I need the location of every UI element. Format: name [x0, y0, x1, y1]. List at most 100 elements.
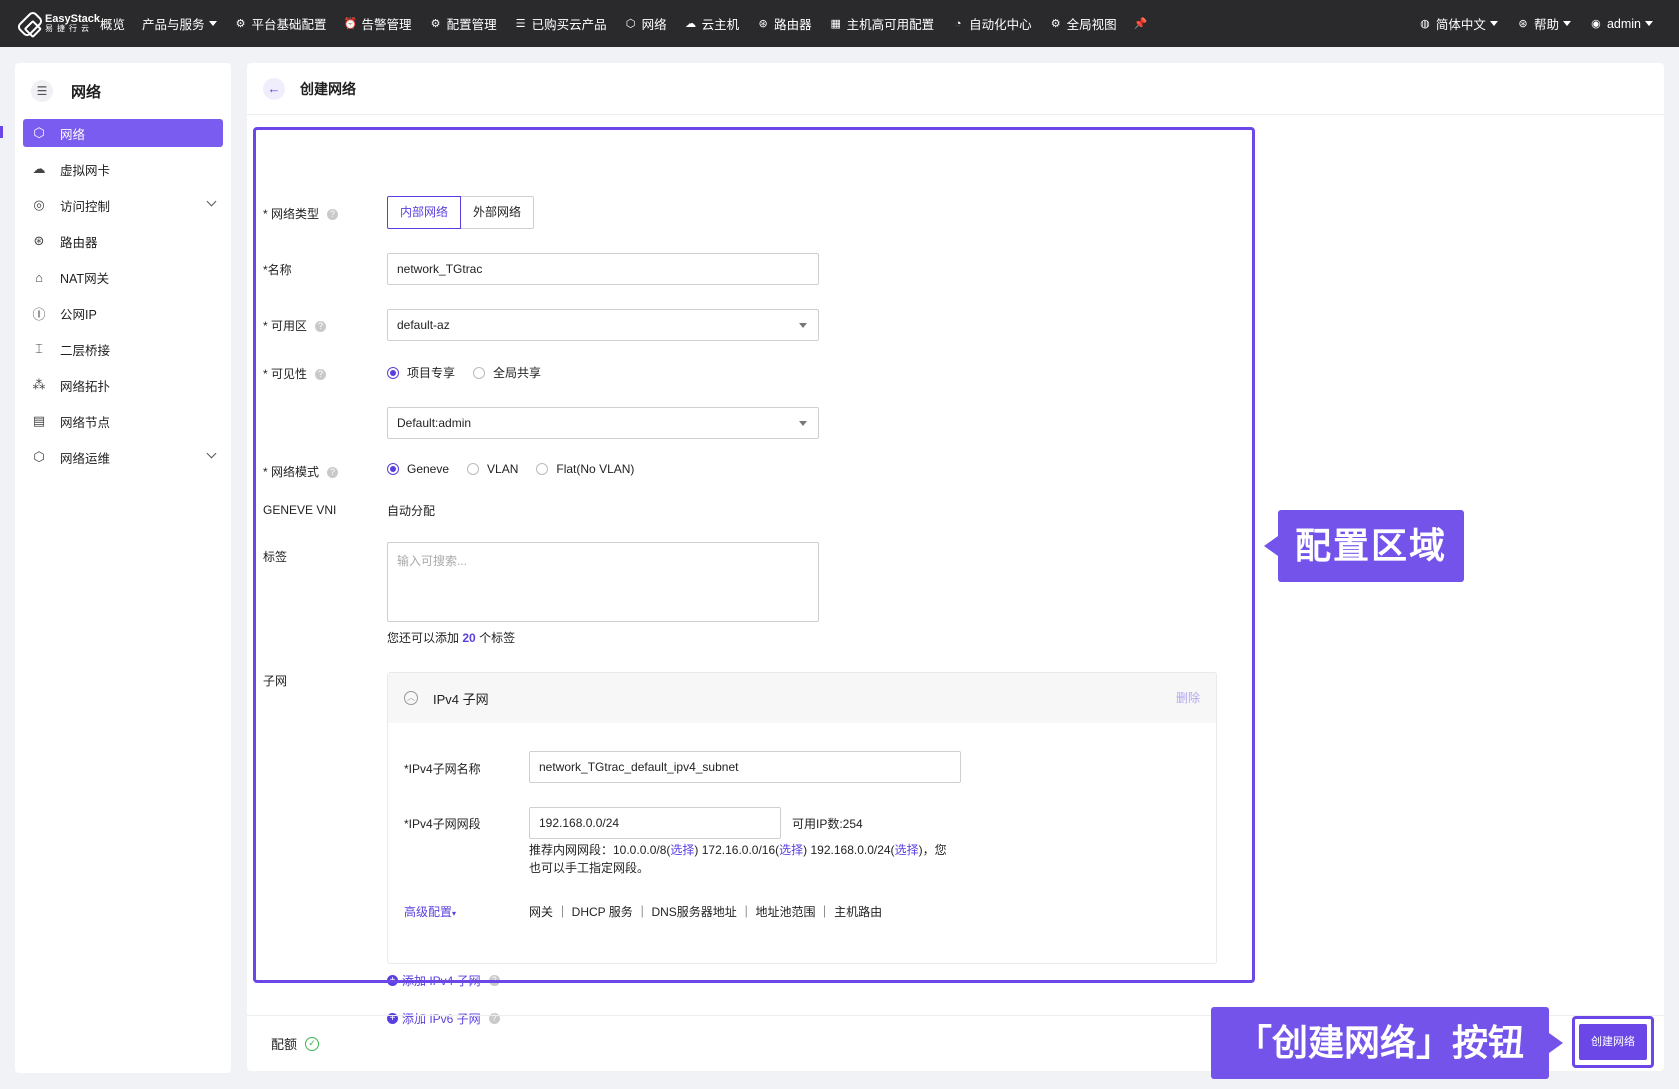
create-button-highlight: 创建网络 [1572, 1016, 1654, 1068]
nav-automation[interactable]: ◔ 自动化中心 [951, 14, 1032, 33]
help-icon: ⊛ [1518, 18, 1528, 30]
vni-label: GENEVE VNI [263, 503, 337, 517]
active-indicator [0, 126, 3, 138]
help-icon[interactable]: ? [327, 209, 339, 221]
sidebar-item-topology[interactable]: ⁂ 网络拓扑 [23, 371, 223, 399]
help-icon[interactable]: ? [315, 321, 327, 333]
pin-icon[interactable]: 📌 [1134, 17, 1152, 30]
nav-purchased[interactable]: ☰ 已购买云产品 [514, 14, 607, 33]
easystack-logo[interactable]: EasyStack 易捷行云 [15, 9, 100, 38]
sidebar-item-router[interactable]: ⊛ 路由器 [23, 227, 223, 255]
vni-value: 自动分配 [387, 504, 436, 518]
name-input[interactable]: network_TGtrac [387, 253, 819, 285]
project-select[interactable]: Default:admin [387, 407, 819, 439]
mode-geneve-radio[interactable]: Geneve [387, 462, 449, 476]
mode-flat-radio[interactable]: Flat(No VLAN) [536, 462, 634, 476]
quota-indicator[interactable]: 配额 ✓ [271, 1034, 320, 1053]
nav-network[interactable]: ⬡ 网络 [624, 14, 667, 33]
sidebar-item-nodes[interactable]: ▤ 网络节点 [23, 407, 223, 435]
user-icon: ◉ [1591, 18, 1601, 30]
sidebar-item-nat[interactable]: ⌂ NAT网关 [23, 263, 223, 291]
name-label: *名称 [263, 263, 292, 277]
nav-overview[interactable]: 概览 [100, 14, 125, 33]
nav-platform-config[interactable]: ⚙ 平台基础配置 [234, 14, 327, 33]
router-icon: ⊛ [758, 18, 768, 30]
network-type-external[interactable]: 外部网络 [461, 196, 535, 229]
menu-icon[interactable]: ☰ [31, 80, 53, 102]
chevron-down-icon [208, 21, 217, 26]
tags-label: 标签 [263, 550, 288, 564]
az-select[interactable]: default-az [387, 309, 819, 341]
help-menu[interactable]: ⊛ 帮助 [1516, 14, 1571, 33]
network-mode-label: * 网络模式? [263, 463, 339, 480]
help-icon[interactable]: ? [315, 369, 327, 381]
help-icon[interactable]: ? [488, 975, 500, 986]
chevron-up-icon[interactable]: ︿ [404, 691, 418, 705]
network-type-internal[interactable]: 内部网络 [387, 196, 462, 229]
nav-host-ha[interactable]: ▦ 主机高可用配置 [829, 14, 934, 33]
language-selector[interactable]: ◍ 简体中文 [1418, 14, 1498, 33]
nav-global-view[interactable]: ⚙ 全局视图 [1049, 14, 1117, 33]
create-network-button[interactable]: 创建网络 [1579, 1024, 1647, 1060]
subnet-name-input[interactable]: network_TGtrac_default_ipv4_subnet [529, 751, 961, 783]
subnet-header: ︿ IPv4 子网 删除 [388, 673, 1216, 723]
network-type-label: * 网络类型? [263, 205, 339, 222]
visibility-global-radio[interactable]: 全局共享 [473, 364, 541, 381]
delete-subnet-link[interactable]: 删除 [1176, 689, 1200, 706]
add-ipv6-subnet-link[interactable]: + 添加 IPv6 子网? [387, 1010, 500, 1027]
node-icon: ▤ [32, 413, 46, 428]
add-ipv4-subnet-link[interactable]: + 添加 IPv4 子网? [387, 972, 500, 989]
page-header: ← 创建网络 [247, 63, 1664, 115]
globe-icon: ◍ [1420, 18, 1430, 30]
global-view-icon: ⚙ [1050, 18, 1061, 30]
sidebar-item-public-ip[interactable]: Ⓘ 公网IP [23, 299, 223, 327]
tags-input[interactable]: 输入可搜索... [387, 542, 819, 622]
visibility-project-radio[interactable]: 项目专享 [387, 364, 455, 381]
nav-router[interactable]: ⊛ 路由器 [756, 14, 812, 33]
nav-alerts[interactable]: ⏰ 告警管理 [344, 14, 412, 33]
vnic-icon: ☁ [32, 161, 46, 176]
sidebar-item-ops[interactable]: ⬡ 网络运维 [23, 443, 223, 471]
back-arrow-icon[interactable]: ← [263, 77, 285, 100]
nav-config-mgmt[interactable]: ⚙ 配置管理 [429, 14, 497, 33]
network-icon: ⬡ [625, 18, 636, 30]
advanced-items: 网关 ｜ DHCP 服务 ｜ DNS服务器地址 ｜ 地址池范围 ｜ 主机路由 [529, 905, 883, 919]
automation-icon: ◔ [954, 17, 962, 30]
mode-vlan-radio[interactable]: VLAN [467, 462, 518, 476]
list-icon: ☰ [515, 18, 526, 30]
sidebar-item-network[interactable]: ⬡ 网络 [23, 119, 223, 147]
network-mode-radio-group: Geneve VLAN Flat(No VLAN) [387, 462, 652, 476]
chevron-down-icon [799, 421, 807, 426]
top-navigation-bar: EasyStack 易捷行云 概览 产品与服务 ⚙ 平台基础配置 ⏰ 告警管理 ⚙ 配… [0, 0, 1679, 47]
nat-icon: ⌂ [35, 269, 43, 285]
config-area-callout: 配置区域 [1264, 510, 1464, 582]
sidebar-item-bridge[interactable]: ⌶ 二层桥接 [23, 335, 223, 363]
sidebar-item-access-control[interactable]: ◎ 访问控制 [23, 191, 223, 219]
sidebar-header: ☰ 网络 [15, 63, 231, 119]
topology-icon: ⁂ [32, 377, 46, 392]
ops-icon: ⬡ [33, 449, 45, 464]
user-menu[interactable]: ◉ admin [1589, 17, 1653, 31]
advanced-config-toggle[interactable]: 高级配置▾ [404, 903, 456, 920]
network-type-toggle: 内部网络 外部网络 [387, 196, 535, 229]
access-icon: ◎ [33, 197, 45, 212]
nav-products[interactable]: 产品与服务 [142, 14, 217, 33]
subnet-cidr-input[interactable]: 192.168.0.0/24 [529, 807, 781, 839]
router-icon: ⊛ [33, 233, 45, 248]
sidebar: ☰ 网络 ⬡ 网络 ☁ 虚拟网卡 ◎ 访问控制 ⊛ 路由器 ⌂ NAT网关 Ⓘ 公网IP ⌶… [15, 63, 231, 1073]
available-ip-count: 可用IP数:254 [792, 817, 863, 831]
help-icon[interactable]: ? [327, 467, 339, 479]
settings-icon: ⚙ [430, 18, 441, 30]
select-192-link[interactable]: 选择 [895, 843, 919, 857]
select-172-link[interactable]: 选择 [779, 843, 803, 857]
select-10-link[interactable]: 选择 [670, 843, 694, 857]
subnet-cidr-label: *IPv4子网网段 [404, 817, 481, 831]
logo-mark-icon [15, 9, 45, 38]
sidebar-title: 网络 [71, 83, 102, 101]
sidebar-item-vnic[interactable]: ☁ 虚拟网卡 [23, 155, 223, 183]
chevron-down-icon [206, 448, 217, 459]
create-button-callout: 「创建网络」按钮 [1211, 1007, 1563, 1079]
page-title: 创建网络 [300, 80, 356, 97]
top-nav: 概览 产品与服务 ⚙ 平台基础配置 ⏰ 告警管理 ⚙ 配置管理 ☰ 已购买云产品 ⬡ 网络… [100, 0, 1169, 47]
nav-cloud-host[interactable]: ☁ 云主机 [684, 14, 739, 33]
